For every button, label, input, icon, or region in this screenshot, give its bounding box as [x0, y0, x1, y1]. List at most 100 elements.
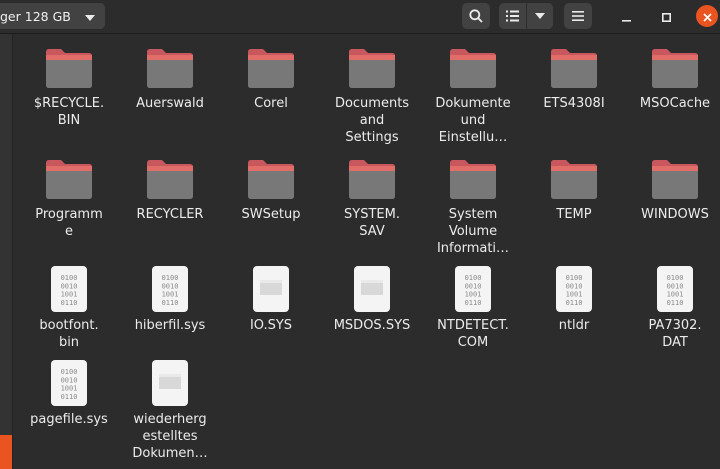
binary-file-icon: 0100 0010 1001 0110: [549, 264, 599, 314]
binary-file-icon: 0100 0010 1001 0110: [448, 264, 498, 314]
chevron-down-icon: [535, 13, 546, 19]
file-item[interactable]: 0100 0010 1001 0110 bootfont. bin: [19, 264, 119, 351]
svg-text:0010: 0010: [667, 282, 684, 290]
svg-text:0100: 0100: [667, 274, 684, 282]
file-item[interactable]: 0100 0010 1001 0110 ntldr: [524, 264, 624, 334]
search-button[interactable]: [462, 3, 490, 29]
folder-item[interactable]: SWSetup: [221, 153, 321, 223]
folder-item[interactable]: ETS4308I: [524, 42, 624, 112]
svg-text:0110: 0110: [61, 393, 78, 401]
svg-text:0100: 0100: [162, 274, 179, 282]
svg-text:0100: 0100: [566, 274, 583, 282]
file-item[interactable]: wiederherg estelltes Dokumen…: [120, 358, 220, 462]
binary-file-icon: 0100 0010 1001 0110: [44, 358, 94, 408]
item-label: pagefile.sys: [30, 412, 108, 427]
folder-icon: [448, 42, 498, 92]
menu-button[interactable]: [564, 3, 592, 29]
item-label: System Volume Informati…: [436, 207, 510, 256]
folder-icon: [44, 153, 94, 203]
chevron-down-icon: [85, 9, 95, 24]
file-item[interactable]: IO.SYS: [221, 264, 321, 334]
folder-item[interactable]: RECYCLER: [120, 153, 220, 223]
minimize-button[interactable]: [615, 5, 637, 27]
svg-text:0100: 0100: [465, 274, 482, 282]
item-label: WINDOWS: [641, 207, 709, 222]
svg-text:1001: 1001: [465, 291, 482, 299]
svg-text:0010: 0010: [61, 282, 78, 290]
close-icon: [702, 7, 712, 26]
maximize-icon: [661, 7, 671, 26]
sidebar: [0, 34, 13, 469]
svg-text:0010: 0010: [566, 282, 583, 290]
location-button[interactable]: ger 128 GB: [0, 3, 105, 29]
item-label: RECYCLER: [136, 207, 204, 222]
location-label: ger 128 GB: [0, 8, 71, 24]
folder-item[interactable]: Corel: [221, 42, 321, 112]
close-button[interactable]: [696, 5, 718, 27]
svg-text:0110: 0110: [465, 299, 482, 307]
file-item[interactable]: 0100 0010 1001 0110 pagefile.sys: [19, 358, 119, 428]
svg-text:1001: 1001: [566, 291, 583, 299]
list-view-button[interactable]: [499, 3, 528, 29]
file-item[interactable]: 0100 0010 1001 0110 PA7302. DAT: [625, 264, 720, 351]
svg-text:0010: 0010: [162, 282, 179, 290]
item-label: TEMP: [556, 207, 592, 222]
folder-icon: [448, 153, 498, 203]
item-label: Documents and Settings: [334, 96, 410, 145]
item-label: wiederherg estelltes Dokumen…: [132, 412, 208, 461]
view-options-button[interactable]: [527, 3, 553, 29]
item-label: PA7302. DAT: [648, 318, 702, 350]
folder-icon: [246, 153, 296, 203]
svg-text:1001: 1001: [162, 291, 179, 299]
folder-item[interactable]: $RECYCLE. BIN: [19, 42, 119, 129]
svg-text:0100: 0100: [61, 274, 78, 282]
item-label: Programm e: [35, 207, 103, 239]
item-label: ETS4308I: [543, 96, 605, 111]
binary-file-icon: 0100 0010 1001 0110: [145, 264, 195, 314]
file-item[interactable]: 0100 0010 1001 0110 NTDETECT. COM: [423, 264, 523, 351]
svg-text:0110: 0110: [566, 299, 583, 307]
folder-item[interactable]: Dokumente und Einstellu…: [423, 42, 523, 146]
svg-text:0100: 0100: [61, 368, 78, 376]
search-icon: [469, 9, 483, 23]
sidebar-selected-item[interactable]: [0, 435, 12, 469]
folder-icon: [650, 153, 700, 203]
item-label: Auerswald: [136, 96, 204, 111]
svg-text:1001: 1001: [61, 385, 78, 393]
item-label: bootfont. bin: [39, 318, 99, 350]
document-icon: [246, 264, 296, 314]
folder-item[interactable]: MSOCache: [625, 42, 720, 112]
item-label: MSOCache: [639, 96, 711, 111]
folder-icon: [549, 153, 599, 203]
item-label: SWSetup: [241, 207, 301, 222]
svg-text:0010: 0010: [465, 282, 482, 290]
folder-item[interactable]: Auerswald: [120, 42, 220, 112]
item-label: $RECYCLE. BIN: [33, 96, 105, 128]
view-toggle-group: [499, 3, 553, 29]
item-label: IO.SYS: [249, 318, 293, 333]
folder-icon: [145, 42, 195, 92]
folder-item[interactable]: System Volume Informati…: [423, 153, 523, 257]
folder-icon: [347, 153, 397, 203]
folder-icon: [246, 42, 296, 92]
folder-item[interactable]: Documents and Settings: [322, 42, 422, 146]
folder-icon: [44, 42, 94, 92]
folder-item[interactable]: WINDOWS: [625, 153, 720, 223]
maximize-button[interactable]: [655, 5, 677, 27]
svg-text:0110: 0110: [162, 299, 179, 307]
svg-text:1001: 1001: [61, 291, 78, 299]
folder-item[interactable]: SYSTEM. SAV: [322, 153, 422, 240]
item-label: SYSTEM. SAV: [344, 207, 400, 239]
folder-item[interactable]: TEMP: [524, 153, 624, 223]
folder-icon: [347, 42, 397, 92]
item-label: NTDETECT. COM: [437, 318, 509, 350]
folder-icon: [145, 153, 195, 203]
folder-item[interactable]: Programm e: [19, 153, 119, 240]
file-item[interactable]: MSDOS.SYS: [322, 264, 422, 334]
item-label: Corel: [254, 96, 288, 111]
minimize-icon: [621, 7, 631, 26]
item-label: Dokumente und Einstellu…: [435, 96, 511, 145]
file-item[interactable]: 0100 0010 1001 0110 hiberfil.sys: [120, 264, 220, 334]
document-icon: [145, 358, 195, 408]
svg-text:0110: 0110: [61, 299, 78, 307]
